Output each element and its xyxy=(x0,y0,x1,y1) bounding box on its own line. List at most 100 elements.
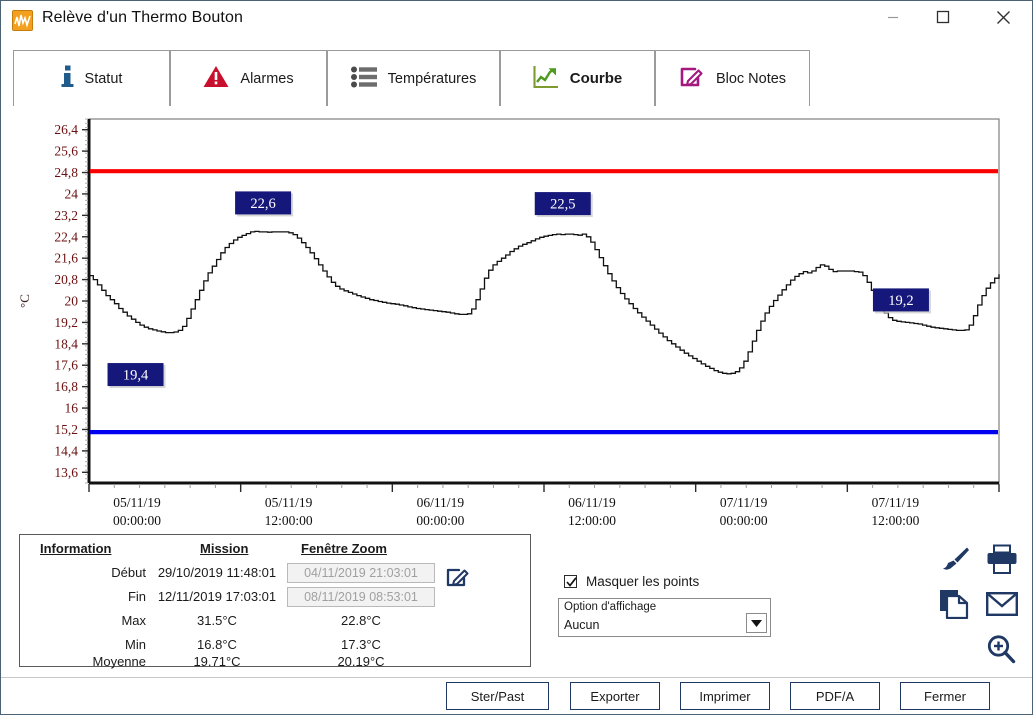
data-label: 22,5 xyxy=(534,192,593,218)
brush-icon[interactable] xyxy=(936,544,972,576)
info-row-label-fin: Fin xyxy=(127,589,146,604)
info-row-label-max: Max xyxy=(121,613,146,628)
info-zoom-min: 17.3°C xyxy=(341,637,381,652)
warning-icon xyxy=(203,65,229,92)
x-tick-date: 06/11/19 xyxy=(417,495,465,510)
display-option-title: Option d'affichage xyxy=(564,601,657,613)
y-tick-label: 22,4 xyxy=(54,229,78,244)
edit-pencil-icon[interactable] xyxy=(442,563,476,593)
info-row-label-moyenne: Moyenne xyxy=(92,654,146,669)
tab-bloc-notes-label: Bloc Notes xyxy=(715,70,787,87)
tab-temperatures[interactable]: Températures xyxy=(327,50,500,106)
info-row-label-min: Min xyxy=(125,637,146,652)
tab-bar: Statut Alarmes Températures Courbe Bloc … xyxy=(13,50,1021,106)
copy-icon[interactable] xyxy=(937,587,973,621)
info-icon xyxy=(61,65,74,93)
y-tick-label: 20,8 xyxy=(54,272,78,287)
y-tick-label: 26,4 xyxy=(54,122,78,137)
ster-past-button[interactable]: Ster/Past xyxy=(446,682,549,710)
info-mission-min: 16.8°C xyxy=(197,637,237,652)
y-tick-label: 21,6 xyxy=(54,251,78,266)
plot-area xyxy=(88,118,1000,484)
info-header-zoom: Fenêtre Zoom xyxy=(301,541,387,556)
tab-alarmes[interactable]: Alarmes xyxy=(170,50,327,106)
y-tick-label: 13,6 xyxy=(54,465,78,480)
y-tick-label: 15,2 xyxy=(54,422,78,437)
x-tick-time: 00:00:00 xyxy=(416,513,464,528)
title-bar: Relève d'un Thermo Bouton xyxy=(1,1,1032,41)
y-tick-label: 19,2 xyxy=(54,315,78,330)
mail-icon[interactable] xyxy=(985,590,1019,618)
zoom-end-field[interactable]: 08/11/2019 08:53:01 xyxy=(287,587,435,607)
x-tick-date: 05/11/19 xyxy=(265,495,313,510)
svg-text:22,6: 22,6 xyxy=(250,196,275,212)
window-title: Relève d'un Thermo Bouton xyxy=(42,9,243,26)
y-axis-title: °C xyxy=(17,294,32,308)
temperature-chart[interactable]: 26,4 25,6 24,8 24 23,2 22,4 21,6 20,8 20 19,2 18,4… xyxy=(13,106,1022,531)
y-tick-label: 14,4 xyxy=(54,443,78,458)
x-tick-date: 05/11/19 xyxy=(113,495,161,510)
printer-icon[interactable] xyxy=(985,542,1019,576)
tab-alarmes-label: Alarmes xyxy=(240,70,294,87)
x-tick-date: 07/11/19 xyxy=(872,495,920,510)
chevron-down-icon[interactable] xyxy=(746,613,767,633)
line-chart-icon xyxy=(533,65,559,93)
svg-text:19,2: 19,2 xyxy=(888,293,913,309)
minimize-icon[interactable] xyxy=(870,1,916,33)
x-tick-time: 12:00:00 xyxy=(265,513,313,528)
hide-points-checkbox[interactable]: Masquer les points xyxy=(564,574,699,589)
x-tick-date: 06/11/19 xyxy=(568,495,616,510)
tab-statut-label: Statut xyxy=(84,70,123,87)
info-header-information: Information xyxy=(40,541,112,556)
info-header-mission: Mission xyxy=(200,541,249,556)
x-tick-time: 00:00:00 xyxy=(113,513,161,528)
footer-separator xyxy=(1,677,1032,678)
hide-points-label: Masquer les points xyxy=(586,574,700,589)
close-icon[interactable] xyxy=(980,1,1026,33)
exporter-button[interactable]: Exporter xyxy=(570,682,660,710)
tab-statut[interactable]: Statut xyxy=(13,50,170,106)
info-zoom-max: 22.8°C xyxy=(341,613,381,628)
tab-courbe[interactable]: Courbe xyxy=(500,50,655,106)
information-panel: Information Mission Fenêtre Zoom Début F… xyxy=(19,534,531,669)
display-option-value[interactable]: Aucun xyxy=(564,618,599,632)
info-mission-debut: 29/10/2019 11:48:01 xyxy=(157,565,277,580)
application-window: Relève d'un Thermo Bouton Statut Alarmes… xyxy=(0,0,1033,715)
info-mission-moyenne: 19.71°C xyxy=(193,654,241,669)
info-zoom-moyenne: 20.19°C xyxy=(337,654,385,669)
display-option-group[interactable]: Option d'affichage Aucun xyxy=(558,598,771,637)
x-tick-time: 12:00:00 xyxy=(871,513,919,528)
y-tick-label: 25,6 xyxy=(54,144,78,159)
zoom-in-icon[interactable] xyxy=(984,632,1018,666)
y-tick-label: 16,8 xyxy=(54,379,78,394)
imprimer-button[interactable]: Imprimer xyxy=(680,682,770,710)
y-tick-label: 16 xyxy=(65,401,79,416)
info-mission-max: 31.5°C xyxy=(197,613,237,628)
y-tick-label: 24 xyxy=(65,186,79,201)
x-tick-time: 12:00:00 xyxy=(568,513,616,528)
x-tick-time: 00:00:00 xyxy=(720,513,768,528)
data-label: 19,4 xyxy=(107,363,166,389)
y-tick-label: 24,8 xyxy=(54,165,78,180)
note-edit-icon xyxy=(679,65,705,93)
pdfa-button[interactable]: PDF/A xyxy=(790,682,880,710)
zoom-start-field[interactable]: 04/11/2019 21:03:01 xyxy=(287,563,435,583)
info-row-label-debut: Début xyxy=(111,565,146,580)
data-label: 22,6 xyxy=(235,191,294,217)
tab-bloc-notes[interactable]: Bloc Notes xyxy=(655,50,810,106)
chart-app-icon xyxy=(12,10,33,31)
list-icon xyxy=(350,66,377,92)
checkbox-box[interactable] xyxy=(564,575,577,588)
tab-temperatures-label: Températures xyxy=(387,70,477,87)
y-tick-label: 18,4 xyxy=(54,336,78,351)
y-tick-label: 20 xyxy=(65,294,79,309)
y-tick-label: 17,6 xyxy=(54,358,78,373)
fermer-button[interactable]: Fermer xyxy=(900,682,990,710)
svg-text:22,5: 22,5 xyxy=(550,197,575,213)
svg-text:19,4: 19,4 xyxy=(123,368,149,384)
x-tick-date: 07/11/19 xyxy=(720,495,768,510)
data-label: 19,2 xyxy=(872,288,931,314)
maximize-icon[interactable] xyxy=(920,1,966,33)
tab-courbe-label: Courbe xyxy=(569,70,623,87)
y-tick-label: 23,2 xyxy=(54,208,78,223)
